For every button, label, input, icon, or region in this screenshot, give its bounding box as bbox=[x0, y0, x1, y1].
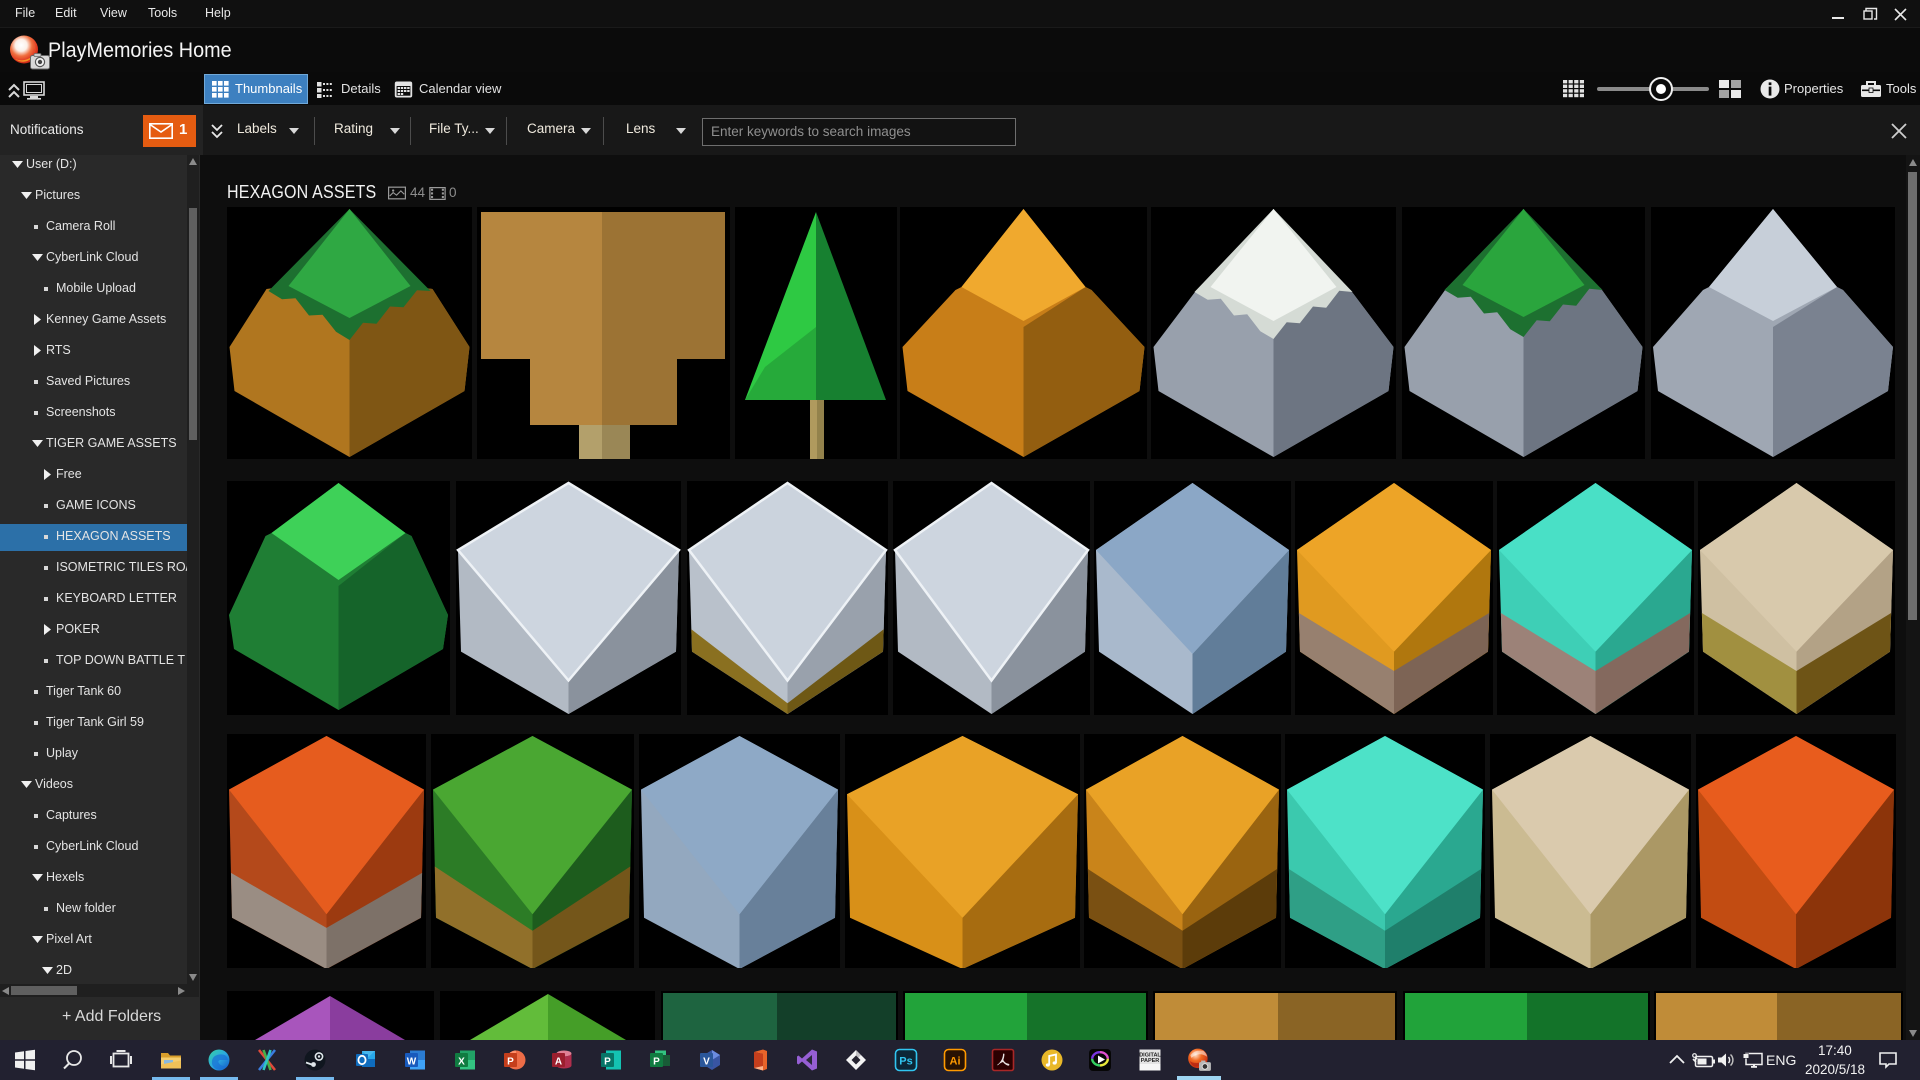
svg-text:Ps: Ps bbox=[899, 1056, 912, 1068]
svg-text:V: V bbox=[703, 1057, 710, 1068]
svg-text:W: W bbox=[407, 1057, 417, 1068]
svg-text:X: X bbox=[458, 1057, 465, 1068]
svg-text:PAPER: PAPER bbox=[1141, 1058, 1160, 1064]
svg-text:A: A bbox=[555, 1057, 562, 1068]
svg-text:P: P bbox=[604, 1057, 611, 1068]
svg-text:P: P bbox=[653, 1057, 660, 1068]
svg-text:P: P bbox=[507, 1057, 514, 1068]
svg-text:Ai: Ai bbox=[950, 1056, 961, 1068]
